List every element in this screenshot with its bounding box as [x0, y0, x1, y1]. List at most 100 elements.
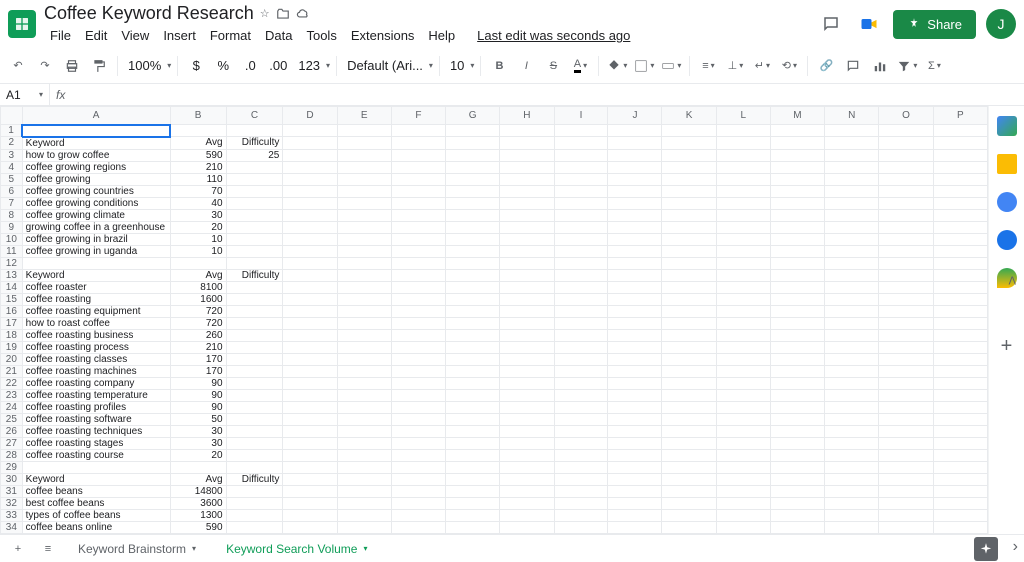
cell-N8[interactable] — [825, 209, 879, 221]
cell-H2[interactable] — [500, 137, 554, 150]
cell-F7[interactable] — [391, 197, 445, 209]
cell-B30[interactable]: Avg — [170, 473, 226, 485]
cell-E21[interactable] — [337, 365, 391, 377]
cell-L17[interactable] — [716, 317, 770, 329]
row-header-19[interactable]: 19 — [1, 341, 23, 353]
cell-O4[interactable] — [879, 161, 933, 173]
col-header-B[interactable]: B — [170, 107, 226, 125]
cell-B12[interactable] — [170, 257, 226, 269]
cell-E6[interactable] — [337, 185, 391, 197]
cell-E27[interactable] — [337, 437, 391, 449]
cell-A25[interactable]: coffee roasting software — [22, 413, 170, 425]
cell-H14[interactable] — [500, 281, 554, 293]
cell-D7[interactable] — [283, 197, 337, 209]
cell-D13[interactable] — [283, 269, 337, 281]
cell-M7[interactable] — [770, 197, 824, 209]
cell-B32[interactable]: 3600 — [170, 497, 226, 509]
cell-D34[interactable] — [283, 521, 337, 533]
cell-K10[interactable] — [662, 233, 716, 245]
currency-format-icon[interactable]: $ — [184, 54, 208, 78]
cell-E25[interactable] — [337, 413, 391, 425]
cell-C7[interactable] — [226, 197, 283, 209]
cell-E17[interactable] — [337, 317, 391, 329]
merge-cells-icon[interactable] — [659, 54, 683, 78]
cell-H26[interactable] — [500, 425, 554, 437]
cell-G2[interactable] — [445, 137, 499, 150]
cell-F9[interactable] — [391, 221, 445, 233]
cell-L11[interactable] — [716, 245, 770, 257]
cell-D19[interactable] — [283, 341, 337, 353]
cell-C17[interactable] — [226, 317, 283, 329]
cell-N1[interactable] — [825, 125, 879, 137]
cell-P20[interactable] — [933, 353, 987, 365]
menu-extensions[interactable]: Extensions — [345, 26, 421, 45]
cell-J15[interactable] — [608, 293, 662, 305]
cell-C24[interactable] — [226, 401, 283, 413]
cell-L28[interactable] — [716, 449, 770, 461]
cell-M29[interactable] — [770, 461, 824, 473]
cell-C32[interactable] — [226, 497, 283, 509]
cell-N28[interactable] — [825, 449, 879, 461]
cell-C1[interactable] — [226, 125, 283, 137]
cell-E30[interactable] — [337, 473, 391, 485]
cell-F5[interactable] — [391, 173, 445, 185]
share-button[interactable]: Share — [893, 10, 976, 39]
cell-O22[interactable] — [879, 377, 933, 389]
col-header-E[interactable]: E — [337, 107, 391, 125]
cell-A22[interactable]: coffee roasting company — [22, 377, 170, 389]
cell-E12[interactable] — [337, 257, 391, 269]
cell-E3[interactable] — [337, 149, 391, 161]
cell-G26[interactable] — [445, 425, 499, 437]
cell-B1[interactable] — [170, 125, 226, 137]
cell-J17[interactable] — [608, 317, 662, 329]
cell-I26[interactable] — [554, 425, 608, 437]
row-header-12[interactable]: 12 — [1, 257, 23, 269]
all-sheets-icon[interactable]: ≡ — [36, 537, 60, 561]
cell-P11[interactable] — [933, 245, 987, 257]
cell-K16[interactable] — [662, 305, 716, 317]
cell-I25[interactable] — [554, 413, 608, 425]
insert-comment-icon[interactable] — [841, 54, 865, 78]
cell-E8[interactable] — [337, 209, 391, 221]
cell-M14[interactable] — [770, 281, 824, 293]
cell-H8[interactable] — [500, 209, 554, 221]
cell-K8[interactable] — [662, 209, 716, 221]
cell-L9[interactable] — [716, 221, 770, 233]
cell-N30[interactable] — [825, 473, 879, 485]
cell-A3[interactable]: how to grow coffee — [22, 149, 170, 161]
cell-D15[interactable] — [283, 293, 337, 305]
cell-I22[interactable] — [554, 377, 608, 389]
text-wrap-icon[interactable]: ↵ — [750, 54, 774, 78]
cell-F19[interactable] — [391, 341, 445, 353]
row-header-8[interactable]: 8 — [1, 209, 23, 221]
cell-O34[interactable] — [879, 521, 933, 533]
cell-C22[interactable] — [226, 377, 283, 389]
cell-O16[interactable] — [879, 305, 933, 317]
cell-C12[interactable] — [226, 257, 283, 269]
cell-A16[interactable]: coffee roasting equipment — [22, 305, 170, 317]
cell-J29[interactable] — [608, 461, 662, 473]
cell-J34[interactable] — [608, 521, 662, 533]
cell-M33[interactable] — [770, 509, 824, 521]
cell-E19[interactable] — [337, 341, 391, 353]
borders-icon[interactable] — [632, 54, 656, 78]
cell-D16[interactable] — [283, 305, 337, 317]
cell-B20[interactable]: 170 — [170, 353, 226, 365]
cell-K12[interactable] — [662, 257, 716, 269]
cell-P12[interactable] — [933, 257, 987, 269]
cell-J7[interactable] — [608, 197, 662, 209]
cell-J6[interactable] — [608, 185, 662, 197]
cell-F12[interactable] — [391, 257, 445, 269]
cell-N9[interactable] — [825, 221, 879, 233]
cell-K20[interactable] — [662, 353, 716, 365]
col-header-L[interactable]: L — [716, 107, 770, 125]
cell-L20[interactable] — [716, 353, 770, 365]
cell-M12[interactable] — [770, 257, 824, 269]
cell-J22[interactable] — [608, 377, 662, 389]
cell-L6[interactable] — [716, 185, 770, 197]
row-header-28[interactable]: 28 — [1, 449, 23, 461]
cell-A13[interactable]: Keyword — [22, 269, 170, 281]
cell-G16[interactable] — [445, 305, 499, 317]
cell-L26[interactable] — [716, 425, 770, 437]
italic-icon[interactable]: I — [514, 54, 538, 78]
